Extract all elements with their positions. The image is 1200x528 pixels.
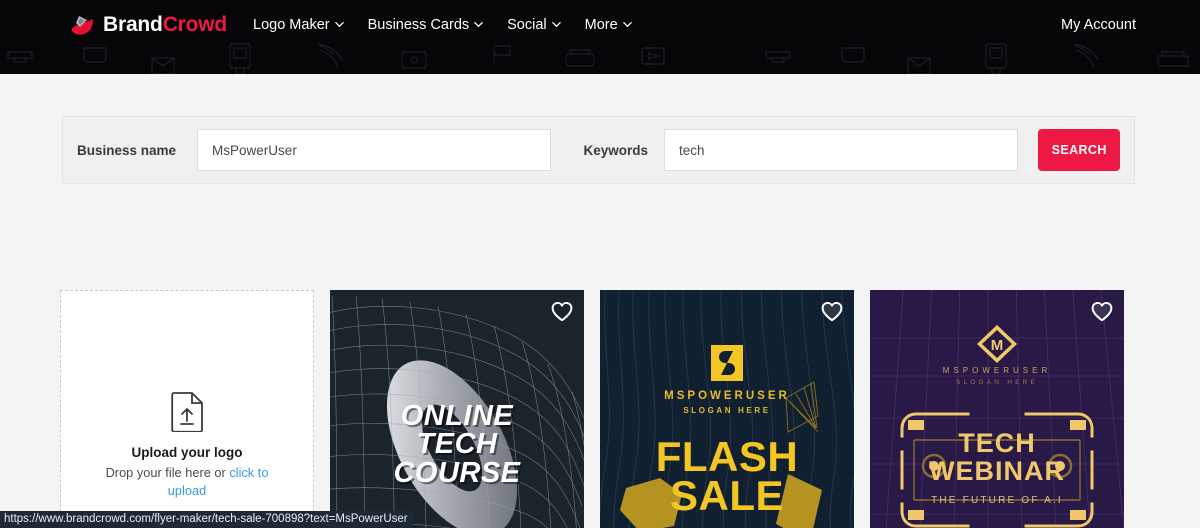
square-s-mark-icon (709, 343, 745, 383)
business-name-label: Business name (77, 143, 176, 158)
upload-card-subtitle: Drop your file here or click to upload (99, 464, 275, 500)
upload-card-title: Upload your logo (132, 445, 243, 460)
search-button[interactable]: SEARCH (1038, 129, 1120, 171)
favorite-button[interactable] (1091, 301, 1113, 322)
nav-label: Logo Maker (253, 17, 330, 33)
header-bar: BrandCrowd Logo Maker Business Cards (0, 0, 1200, 49)
flyer-card-tech-webinar[interactable]: M MSPOWERUSER SLOGAN HERE (870, 290, 1124, 528)
nav-label: Business Cards (368, 17, 470, 33)
heart-icon (1091, 301, 1113, 322)
title-line-2: TECH (330, 430, 584, 458)
chevron-down-icon (335, 20, 344, 29)
title-line-1: ONLINE (330, 402, 584, 430)
flyer-subheadline: THE FUTURE OF A.I (870, 495, 1124, 506)
heart-icon (551, 301, 573, 322)
diamond-m-monogram-icon: M (974, 323, 1020, 365)
file-upload-icon (170, 392, 204, 432)
page-body: Business name Keywords SEARCH Upload you… (0, 74, 1200, 528)
browser-status-bar-url: https://www.brandcrowd.com/flyer-maker/t… (0, 511, 413, 528)
chevron-down-icon (623, 20, 632, 29)
brandcrowd-feather-icon (70, 12, 96, 38)
page-root: BrandCrowd Logo Maker Business Cards (0, 0, 1200, 528)
headline-line-2: SALE (600, 477, 854, 516)
search-panel: Business name Keywords SEARCH (62, 116, 1135, 184)
flyer-card-flash-sale[interactable]: MSPOWERUSER SLOGAN HERE FLASH SALE LIMIT… (600, 290, 854, 528)
nav-label: More (585, 17, 618, 33)
nav-item-logo-maker[interactable]: Logo Maker (253, 17, 344, 33)
title-line-3: COURSE (330, 459, 584, 487)
nav-item-business-cards[interactable]: Business Cards (368, 17, 484, 33)
nav-item-social[interactable]: Social (507, 17, 561, 33)
svg-text:M: M (991, 337, 1004, 354)
flyer-slogan: SLOGAN HERE (870, 379, 1124, 386)
upload-logo-card[interactable]: Upload your logo Drop your file here or … (60, 290, 314, 528)
business-name-input[interactable] (197, 129, 551, 171)
flyer-brand-name: MSPOWERUSER (870, 366, 1124, 375)
site-header: BrandCrowd Logo Maker Business Cards (0, 0, 1200, 74)
headline-line-2: WEBINAR (870, 458, 1124, 486)
headline-line-1: TECH (870, 430, 1124, 458)
flyer-title-online-tech-course: ONLINE TECH COURSE (330, 402, 584, 487)
chevron-down-icon (552, 20, 561, 29)
favorite-button[interactable] (821, 301, 843, 322)
my-account-link[interactable]: My Account (1061, 17, 1136, 33)
nav-label: Social (507, 17, 547, 33)
brandcrowd-logo[interactable]: BrandCrowd (70, 12, 227, 38)
flyer-brand-name: MSPOWERUSER (600, 390, 854, 402)
logo-text-crowd: Crowd (163, 13, 227, 36)
logo-text-brand: Brand (103, 13, 163, 36)
heart-icon (821, 301, 843, 322)
keywords-input[interactable] (664, 129, 1018, 171)
favorite-button[interactable] (551, 301, 573, 322)
flyer-card-online-tech-course[interactable]: ONLINE TECH COURSE (330, 290, 584, 528)
flyer-headline-flash-sale: FLASH SALE (600, 438, 854, 515)
flyer-slogan: SLOGAN HERE (600, 406, 854, 415)
headline-line-1: FLASH (600, 438, 854, 477)
upload-subtitle-text: Drop your file here or (106, 465, 230, 480)
results-grid: Upload your logo Drop your file here or … (60, 290, 1138, 528)
main-navigation: Logo Maker Business Cards Social (253, 17, 632, 33)
chevron-down-icon (474, 20, 483, 29)
nav-item-more[interactable]: More (585, 17, 632, 33)
keywords-label: Keywords (583, 143, 648, 158)
brandcrowd-wordmark: BrandCrowd (103, 14, 227, 35)
flyer-headline-tech-webinar: TECH WEBINAR (870, 430, 1124, 485)
